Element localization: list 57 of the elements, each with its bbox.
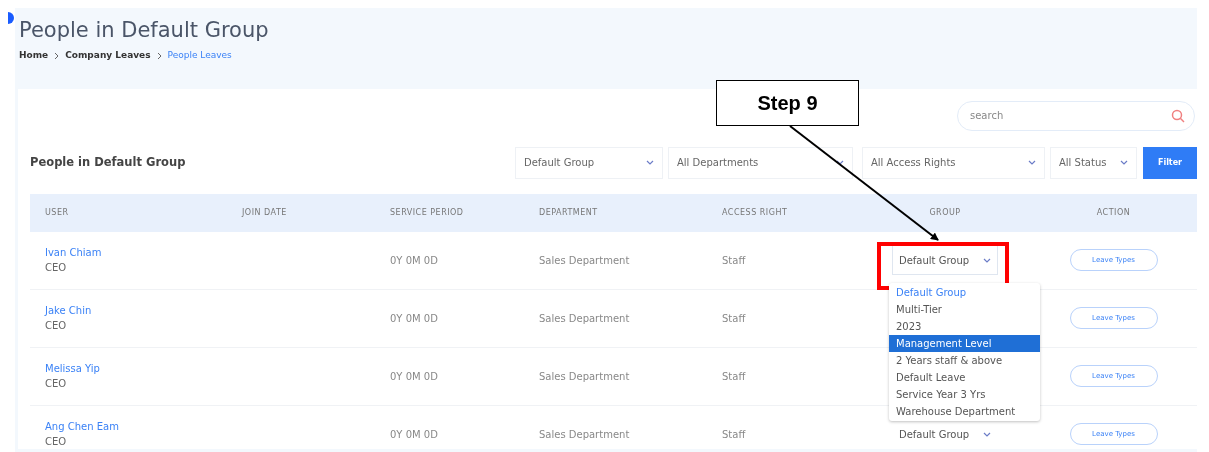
menu-tab-marker — [8, 12, 14, 24]
step-callout: Step 9 — [716, 80, 859, 126]
column-header: ACTION — [1096, 206, 1131, 219]
search-field[interactable]: search — [957, 100, 1195, 131]
filter-dropdown[interactable]: All Status — [1050, 146, 1137, 179]
dropdown-option[interactable]: Warehouse Department — [889, 403, 1040, 420]
user-role: CEO — [45, 377, 68, 392]
service-period: 0Y 0M 0D — [390, 428, 438, 440]
dropdown-option[interactable]: Service Year 3 Yrs — [889, 386, 1040, 403]
user-role: CEO — [45, 435, 68, 449]
service-period: 0Y 0M 0D — [390, 312, 438, 324]
dropdown-option[interactable]: Default Group — [889, 284, 1040, 301]
dropdown-option[interactable]: 2023 — [889, 318, 1040, 335]
department-text: Sales Department — [539, 428, 630, 440]
access-right-text: Staff — [722, 370, 746, 382]
filter-button[interactable]: Filter — [1143, 146, 1197, 179]
column-header: USER — [45, 207, 69, 217]
user-name-link[interactable]: Ivan Chiam — [45, 245, 230, 261]
department-text: Sales Department — [539, 312, 630, 324]
caret-icon — [1120, 160, 1128, 166]
caret-icon — [983, 257, 991, 263]
dropdown-option[interactable]: 2 Years staff & above — [889, 352, 1040, 369]
user-name-link[interactable]: Ang Chen Eam — [45, 419, 230, 435]
group-dropdown[interactable]: Default Group — [892, 419, 998, 449]
filter-dropdown[interactable]: Default Group — [515, 146, 663, 179]
column-header: GROUP — [929, 206, 961, 219]
access-right-text: Staff — [722, 254, 746, 266]
filter-dropdown[interactable]: All Departments — [668, 146, 853, 179]
dropdown-option[interactable]: Management Level — [889, 335, 1040, 352]
user-role: CEO — [45, 261, 68, 276]
caret-icon — [1028, 160, 1036, 166]
column-header: JOIN DATE — [242, 207, 287, 217]
user-name-link[interactable]: Jake Chin — [45, 303, 230, 319]
filter-dropdown[interactable]: All Access Rights — [862, 146, 1045, 179]
department-text: Sales Department — [539, 370, 630, 382]
column-header: DEPARTMENT — [539, 207, 598, 217]
card-title: People in Default Group — [30, 154, 187, 172]
chevron-right-icon — [156, 51, 162, 60]
column-header: SERVICE PERIOD — [390, 207, 464, 217]
breadcrumb-link[interactable]: Company Leaves — [65, 49, 151, 63]
access-right-text: Staff — [722, 312, 746, 324]
page-title: People in Default Group — [19, 18, 270, 44]
service-period: 0Y 0M 0D — [390, 254, 438, 266]
caret-icon — [983, 431, 991, 437]
user-name-link[interactable]: Melissa Yip — [45, 361, 230, 377]
service-period: 0Y 0M 0D — [390, 370, 438, 382]
department-text: Sales Department — [539, 254, 630, 266]
access-right-text: Staff — [722, 428, 746, 440]
dropdown-option[interactable]: Multi-Tier — [889, 301, 1040, 318]
group-dropdown[interactable]: Default Group — [892, 245, 998, 276]
chevron-right-icon — [54, 51, 60, 60]
user-role: CEO — [45, 319, 68, 334]
column-header: ACCESS RIGHT — [722, 207, 788, 217]
caret-icon — [646, 160, 654, 166]
dropdown-option[interactable]: Default Leave — [889, 369, 1040, 386]
search-icon[interactable] — [1171, 108, 1185, 123]
breadcrumb-link[interactable]: Home — [19, 49, 49, 63]
